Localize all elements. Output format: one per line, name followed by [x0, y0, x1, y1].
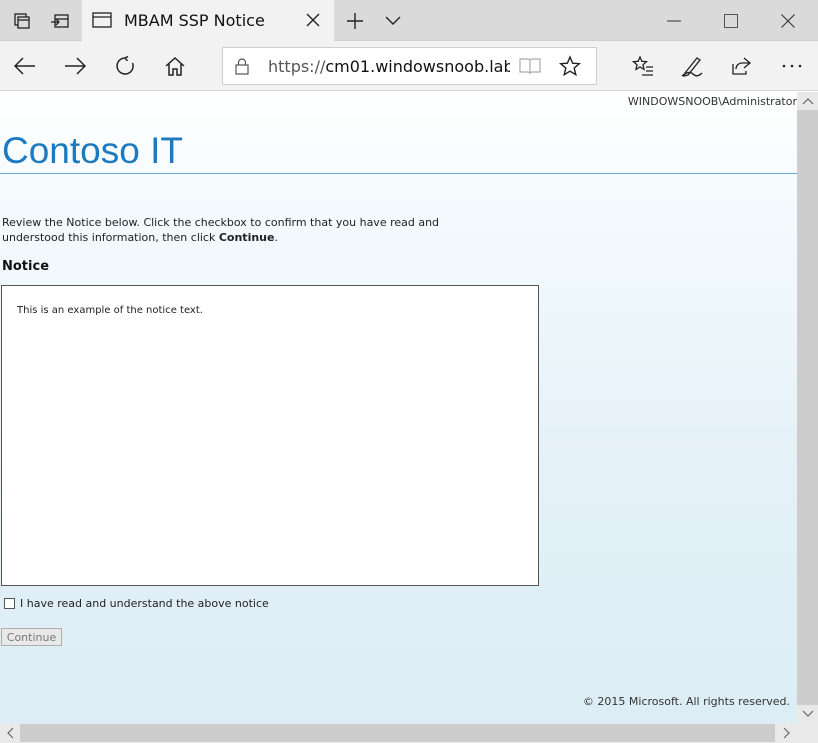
forward-icon[interactable] — [50, 41, 100, 91]
scroll-down-icon[interactable] — [797, 705, 818, 723]
copyright-footer: © 2015 Microsoft. All rights reserved. — [582, 695, 790, 708]
intro-text-end: . — [274, 231, 278, 244]
scroll-left-icon[interactable] — [0, 723, 20, 743]
new-tab-icon[interactable] — [338, 0, 372, 41]
acknowledge-row[interactable]: I have read and understand the above not… — [4, 597, 269, 610]
share-icon[interactable] — [716, 41, 766, 91]
tabs-aside-icon[interactable] — [44, 0, 76, 41]
url-text[interactable]: https://cm01.windowsnoob.lab.local — [268, 57, 510, 76]
url-host: cm01.windowsnoob.lab.local — [325, 57, 510, 76]
pen-notes-icon[interactable] — [667, 41, 717, 91]
navigation-bar: https://cm01.windowsnoob.lab.local — [0, 41, 818, 91]
favorite-star-icon[interactable] — [558, 55, 582, 81]
reading-view-icon[interactable] — [519, 57, 541, 79]
maximize-icon[interactable] — [708, 0, 754, 41]
horizontal-scroll-thumb[interactable] — [20, 724, 775, 742]
notice-heading: Notice — [2, 259, 50, 274]
home-icon[interactable] — [150, 41, 200, 91]
minimize-icon[interactable] — [651, 0, 697, 41]
vertical-scroll-thumb[interactable] — [797, 110, 818, 705]
page-title: Contoso IT — [2, 130, 183, 171]
set-aside-tabs-icon[interactable] — [6, 0, 38, 41]
back-icon[interactable] — [0, 41, 50, 91]
acknowledge-label[interactable]: I have read and understand the above not… — [20, 597, 269, 610]
signed-in-user: WINDOWSNOOB\Administrator — [627, 95, 797, 108]
header-divider — [0, 173, 797, 174]
acknowledge-checkbox[interactable] — [4, 598, 15, 609]
tab-bar: MBAM SSP Notice — [0, 0, 818, 41]
tab-title: MBAM SSP Notice — [124, 11, 265, 30]
intro-text-continue: Continue — [218, 231, 275, 244]
tab-active[interactable]: MBAM SSP Notice — [82, 0, 334, 41]
url-scheme: https:// — [268, 57, 326, 76]
notice-text: This is an example of the notice text. — [17, 305, 203, 316]
scroll-up-icon[interactable] — [797, 92, 818, 110]
close-tab-icon[interactable] — [304, 11, 322, 29]
page-icon — [92, 11, 112, 33]
notice-text-box[interactable]: This is an example of the notice text. — [1, 285, 539, 586]
refresh-icon[interactable] — [100, 41, 150, 91]
close-window-icon[interactable] — [765, 0, 811, 41]
scroll-right-icon[interactable] — [777, 723, 797, 743]
vertical-scrollbar[interactable] — [797, 92, 818, 723]
address-bar[interactable]: https://cm01.windowsnoob.lab.local — [222, 47, 597, 85]
more-options-icon[interactable] — [767, 41, 817, 91]
intro-text: Review the Notice below. Click the check… — [2, 215, 502, 245]
page-content: WINDOWSNOOB\Administrator Contoso IT Rev… — [0, 92, 797, 723]
tab-preview-chevron-icon[interactable] — [378, 0, 408, 41]
horizontal-scrollbar[interactable] — [0, 723, 818, 743]
continue-button[interactable]: Continue — [1, 628, 62, 646]
favorites-list-icon[interactable] — [618, 41, 668, 91]
lock-icon[interactable] — [235, 58, 249, 79]
